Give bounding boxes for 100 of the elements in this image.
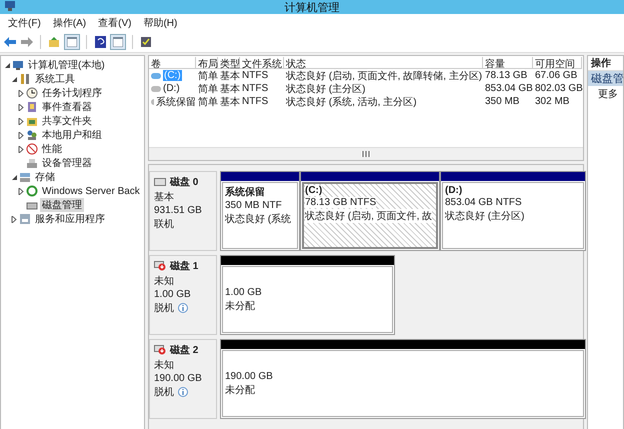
table-cell-text: 302 MB xyxy=(534,96,570,107)
partition-size: 190.00 GB xyxy=(225,370,274,382)
device-icon xyxy=(26,157,38,169)
menu-item[interactable]: 帮助(H) xyxy=(139,16,182,30)
info-icon[interactable] xyxy=(178,303,188,313)
back-icon[interactable] xyxy=(3,35,17,49)
tools-icon xyxy=(19,73,31,85)
action-pane-icon[interactable] xyxy=(110,34,126,50)
partition[interactable]: (C:) 78.13 GB NTFS 状态良好 (启动, 页面文件, 故 xyxy=(300,171,440,251)
table-cell-text: 简单 xyxy=(197,70,218,82)
help-icon[interactable] xyxy=(93,35,107,49)
table-cell-text: 基本 xyxy=(219,82,240,96)
table-cell-text: 基本 xyxy=(219,96,240,108)
partition-size: 78.13 GB NTFS xyxy=(305,197,376,208)
collapse-arrow-icon[interactable] xyxy=(10,174,18,180)
menu-item[interactable]: 操作(A) xyxy=(48,16,90,30)
tree-item[interactable]: 事件查看器 xyxy=(40,100,94,114)
table-cell-text: 简单 xyxy=(197,96,218,108)
column-header[interactable]: 类型 xyxy=(218,56,240,68)
column-header[interactable]: 容量 xyxy=(483,56,533,68)
partition[interactable]: 1.00 GB 未分配 xyxy=(220,255,395,335)
disk-type: 未知 xyxy=(154,274,175,288)
table-cell-text: 状态良好 (主分区) xyxy=(285,82,366,96)
info-icon[interactable] xyxy=(178,387,188,397)
shared-folder-icon xyxy=(26,115,38,127)
users-icon xyxy=(26,129,38,141)
partition-name: (C:) xyxy=(305,185,322,196)
expand-arrow-icon[interactable] xyxy=(18,118,24,124)
tree-item[interactable]: Windows Server Back xyxy=(40,186,142,196)
column-header[interactable]: 可用空间 xyxy=(533,56,582,68)
expand-arrow-icon[interactable] xyxy=(18,188,24,194)
console-tree-icon[interactable] xyxy=(64,34,80,50)
properties-icon[interactable] xyxy=(139,35,153,49)
disk-size: 190.00 GB xyxy=(154,373,203,384)
expand-arrow-icon[interactable] xyxy=(18,146,24,152)
gauge-icon xyxy=(26,143,38,155)
disk-size: 931.51 GB xyxy=(154,205,203,216)
table-cell-text: 67.06 GB xyxy=(534,70,578,81)
disk-name: 磁盘 1 xyxy=(170,260,198,273)
tree-item[interactable]: 性能 xyxy=(40,142,64,156)
window-title: 计算机管理 xyxy=(284,0,340,14)
tree-item[interactable]: 存储 xyxy=(33,170,57,184)
table-cell-text: NTFS xyxy=(241,83,270,94)
partition-size: 853.04 GB NTFS xyxy=(445,197,523,208)
computer-icon xyxy=(4,0,16,12)
menu-item[interactable]: 查看(V) xyxy=(94,16,136,30)
expand-arrow-icon[interactable] xyxy=(18,132,24,138)
disk-name: 磁盘 2 xyxy=(170,344,198,357)
disk-type: 基本 xyxy=(154,190,175,204)
partition-size: 1.00 GB xyxy=(225,286,263,298)
forward-icon[interactable] xyxy=(20,35,34,49)
partition-name: 系统保留 xyxy=(225,186,266,199)
table-cell-text: 802.03 GB xyxy=(534,83,582,94)
tree-item[interactable]: 共享文件夹 xyxy=(40,114,94,128)
partition-size: 350 MB NTF xyxy=(225,200,283,211)
expand-arrow-icon[interactable] xyxy=(10,216,18,222)
partition-status: 状态良好 (启动, 页面文件, 故 xyxy=(305,209,432,223)
disk-type: 未知 xyxy=(154,358,175,372)
expand-arrow-icon[interactable] xyxy=(18,104,24,110)
disk-size: 1.00 GB xyxy=(154,289,192,300)
partition-name: (D:) xyxy=(445,185,464,196)
collapse-arrow-icon[interactable] xyxy=(10,76,18,82)
tree-item[interactable]: 计算机管理(本地) xyxy=(26,58,107,72)
column-header[interactable]: 文件系统 xyxy=(240,56,284,68)
partition[interactable]: (D:) 853.04 GB NTFS 状态良好 (主分区) xyxy=(440,171,586,251)
folder-up-icon[interactable] xyxy=(47,35,61,49)
services-icon xyxy=(19,213,31,225)
disk-status: 脱机 xyxy=(154,302,174,315)
table-cell-text: 简单 xyxy=(197,82,218,96)
action-group-header[interactable]: 磁盘管 xyxy=(588,71,623,86)
partition-status: 状态良好 (系统 xyxy=(225,212,292,226)
action-item[interactable]: 更多 xyxy=(588,86,623,101)
table-cell-text: 基本 xyxy=(219,70,240,82)
partition-status: 状态良好 (主分区) xyxy=(445,210,526,223)
drive-icon xyxy=(151,98,154,104)
table-cell-text: NTFS xyxy=(241,96,270,107)
tree-item[interactable]: 本地用户和组 xyxy=(40,128,104,142)
column-header[interactable]: 卷 xyxy=(149,56,196,68)
horizontal-scrollbar[interactable] xyxy=(149,147,583,160)
tree-item[interactable]: 任务计划程序 xyxy=(40,86,104,100)
table-cell-text: 853.04 GB xyxy=(484,83,533,94)
tree-item[interactable]: 服务和应用程序 xyxy=(33,212,107,226)
column-header[interactable]: 布局 xyxy=(196,56,218,68)
partition[interactable]: 系统保留 350 MB NTF 状态良好 (系统 xyxy=(220,171,300,251)
column-header[interactable]: 状态 xyxy=(284,56,483,68)
expand-arrow-icon[interactable] xyxy=(18,90,24,96)
grip-icon xyxy=(362,151,370,157)
table-cell-text: 350 MB xyxy=(484,96,520,107)
collapse-arrow-icon[interactable] xyxy=(4,62,10,68)
tree-item[interactable]: 磁盘管理 xyxy=(40,198,84,212)
volume-name[interactable]: (D:) xyxy=(163,83,180,94)
menu-item[interactable]: 文件(F) xyxy=(4,16,45,30)
partition-status: 未分配 xyxy=(225,300,256,312)
storage-icon xyxy=(19,171,31,183)
tree-item[interactable]: 设备管理器 xyxy=(40,156,94,170)
log-icon xyxy=(26,101,38,113)
partition[interactable]: 190.00 GB 未分配 xyxy=(220,339,586,419)
tree-item[interactable]: 系统工具 xyxy=(33,72,77,86)
partition-status: 未分配 xyxy=(225,384,256,396)
volume-name[interactable]: 系统保留 xyxy=(156,94,196,108)
